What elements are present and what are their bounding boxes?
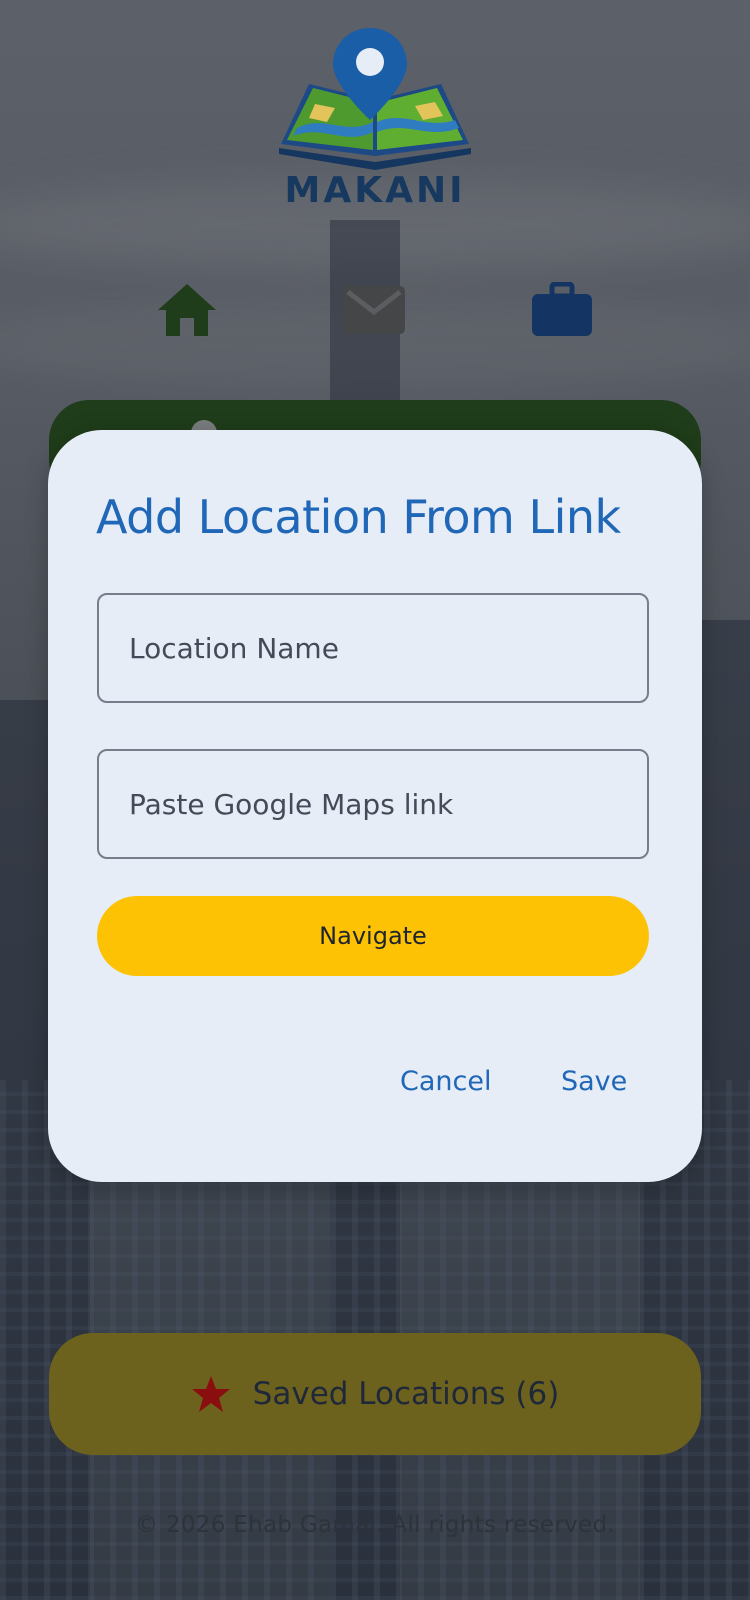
- mail-icon: [343, 286, 405, 334]
- nav-bar: [0, 280, 750, 344]
- nav-home-button[interactable]: [155, 280, 219, 340]
- home-icon: [158, 284, 216, 336]
- map-pin-logo-icon: [279, 28, 471, 170]
- nav-briefcase-button[interactable]: [530, 280, 594, 340]
- cancel-button[interactable]: Cancel: [400, 1066, 491, 1097]
- location-name-input[interactable]: [97, 593, 649, 703]
- add-location-dialog: Add Location From Link Navigate Cancel S…: [48, 430, 702, 1182]
- star-icon: [191, 1376, 230, 1412]
- nav-mail-button[interactable]: [342, 280, 406, 340]
- briefcase-icon: [532, 282, 592, 336]
- saved-locations-button[interactable]: Saved Locations (6): [49, 1333, 701, 1455]
- logo-wordmark: MAKANI: [284, 170, 466, 211]
- maps-link-input[interactable]: [97, 749, 649, 859]
- save-button[interactable]: Save: [561, 1066, 627, 1097]
- navigate-button[interactable]: Navigate: [97, 896, 649, 976]
- saved-locations-label: Saved Locations (6): [252, 1376, 560, 1412]
- footer-copyright: © 2026 Ehab Gamal. All rights reserved.: [135, 1512, 615, 1538]
- dialog-title: Add Location From Link: [96, 490, 621, 544]
